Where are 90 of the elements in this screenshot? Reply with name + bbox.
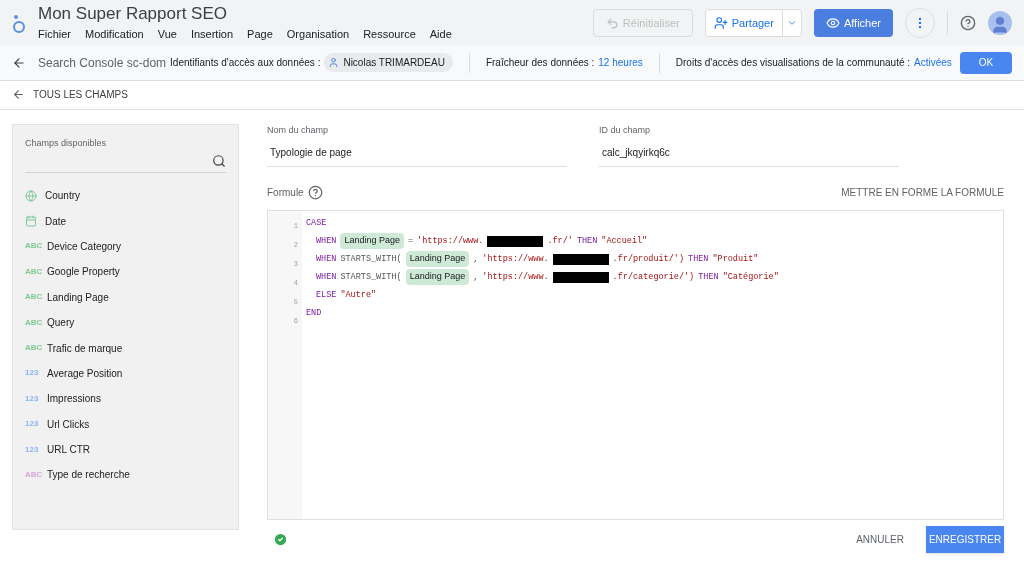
menu-item[interactable]: Vue [157,25,177,43]
menu-item[interactable]: Insertion [190,25,234,43]
code-string: 'https://www. [417,234,484,248]
code-string: .fr/' [547,234,573,248]
code-string: "Autre" [340,288,377,302]
code-keyword: THEN [698,270,719,284]
menu-item[interactable]: Fichier [38,25,71,43]
name-input[interactable]: Typologie de page [267,145,567,167]
freshness-label: Fraîcheur des données : [485,56,595,71]
field-label: ID du champ [599,123,652,137]
menu-item[interactable]: Aide [429,25,452,43]
person-add-icon [713,16,728,31]
code-keyword: THEN [688,252,709,266]
save-button[interactable]: ENREGISTRER [926,526,1004,553]
help-icon[interactable] [307,185,323,200]
field-chip[interactable]: Landing Page [405,251,470,267]
menu-item[interactable]: Page [247,25,273,43]
type-label: 123 [25,367,39,380]
field-item[interactable]: ABC Landing Page [25,284,226,310]
rights-label: Droits d'accès des visualisations de la communauté : [675,56,911,71]
field-chip[interactable]: Landing Page [340,233,404,249]
data-source-name: Search Console sc-dom [38,54,167,72]
calendar-icon [25,215,37,228]
field-item[interactable]: 123 Impressions [25,386,226,412]
field-item[interactable]: Date [25,208,226,234]
code-text: , [473,270,479,284]
person-icon [990,15,1010,36]
code-keyword: THEN [576,234,598,248]
code-keyword: WHEN [316,270,337,284]
id-input[interactable]: calc_jkqyirkq6c [599,145,899,167]
field-item[interactable]: 123 Average Position [25,360,226,387]
field-item[interactable]: Country [25,183,226,209]
view-button[interactable]: Afficher [813,9,893,38]
code-string: 'https://www. [482,252,549,266]
back-icon[interactable] [12,55,26,70]
code-keyword: WHEN [316,252,337,266]
field-item[interactable]: 123 Url Clicks [25,411,226,437]
code-keyword: WHEN [316,234,337,248]
code-text: STARTS_WITH( [340,252,402,266]
menu-item[interactable]: Organisation [286,25,350,43]
field-item[interactable]: ABC Google Property [25,259,226,285]
formula-label: Formule [267,186,304,200]
report-title[interactable]: Mon Super Rapport SEO [38,3,452,24]
field-item[interactable]: ABC Trafic de marque [25,335,226,361]
type-label: 123 [25,418,39,431]
credentials-label: Identifiants d'accès aux données : [170,56,321,71]
search-icon [212,154,226,168]
field-chip[interactable]: Landing Page [405,269,470,285]
field-item[interactable]: ABC Type de recherche [25,462,226,488]
eye-icon [825,16,840,31]
user-chip[interactable]: Nicolas TRIMARDEAU [324,53,453,73]
logo-icon [12,13,26,34]
menu-item[interactable]: Modification [85,25,144,43]
code-text: , [473,252,479,266]
avatar[interactable] [988,11,1012,36]
back-icon[interactable] [12,88,25,102]
search-field[interactable] [25,154,226,173]
breadcrumb-link[interactable]: TOUS LES CHAMPS [33,87,128,103]
type-label: 123 [25,443,39,456]
code-string: 'https://www. [482,270,549,284]
code-string: "Accueil" [601,234,648,248]
globe-icon [25,189,37,202]
person-icon [328,57,340,69]
redaction-block [552,271,609,283]
rights-link[interactable]: Activées [914,55,952,71]
code-keyword: ELSE [316,288,337,302]
menu-item[interactable]: Ressource [363,25,416,43]
panel-title: Champs disponibles [25,136,108,150]
code-string: .fr/produit/') [612,252,685,266]
redaction-block [552,253,609,265]
ok-button[interactable]: OK [960,51,1012,74]
format-formula-button[interactable]: METTRE EN FORME LA FORMULE [841,185,1004,200]
field-item[interactable]: ABC Query [25,309,226,336]
code-keyword: END [306,306,322,320]
field-item[interactable]: 123 URL CTR [25,436,226,463]
freshness-link[interactable]: 12 heures [598,55,643,71]
redaction-block [487,235,544,247]
code-string: "Catégorie" [722,270,779,284]
code-string: "Produit" [712,252,759,266]
help-icon[interactable] [960,15,976,32]
code-keyword: CASE [306,216,327,230]
type-label: 123 [25,392,39,405]
code-text: = [407,234,414,248]
field-item[interactable]: ABC Device Category [25,233,226,260]
code-text: STARTS_WITH( [340,270,402,284]
share-button[interactable]: Partager [705,10,782,37]
field-label: Nom du champ [267,123,330,137]
cancel-button[interactable]: ANNULER [856,532,904,547]
code-string: .fr/categorie/') [612,270,695,284]
undo-icon [605,16,619,30]
